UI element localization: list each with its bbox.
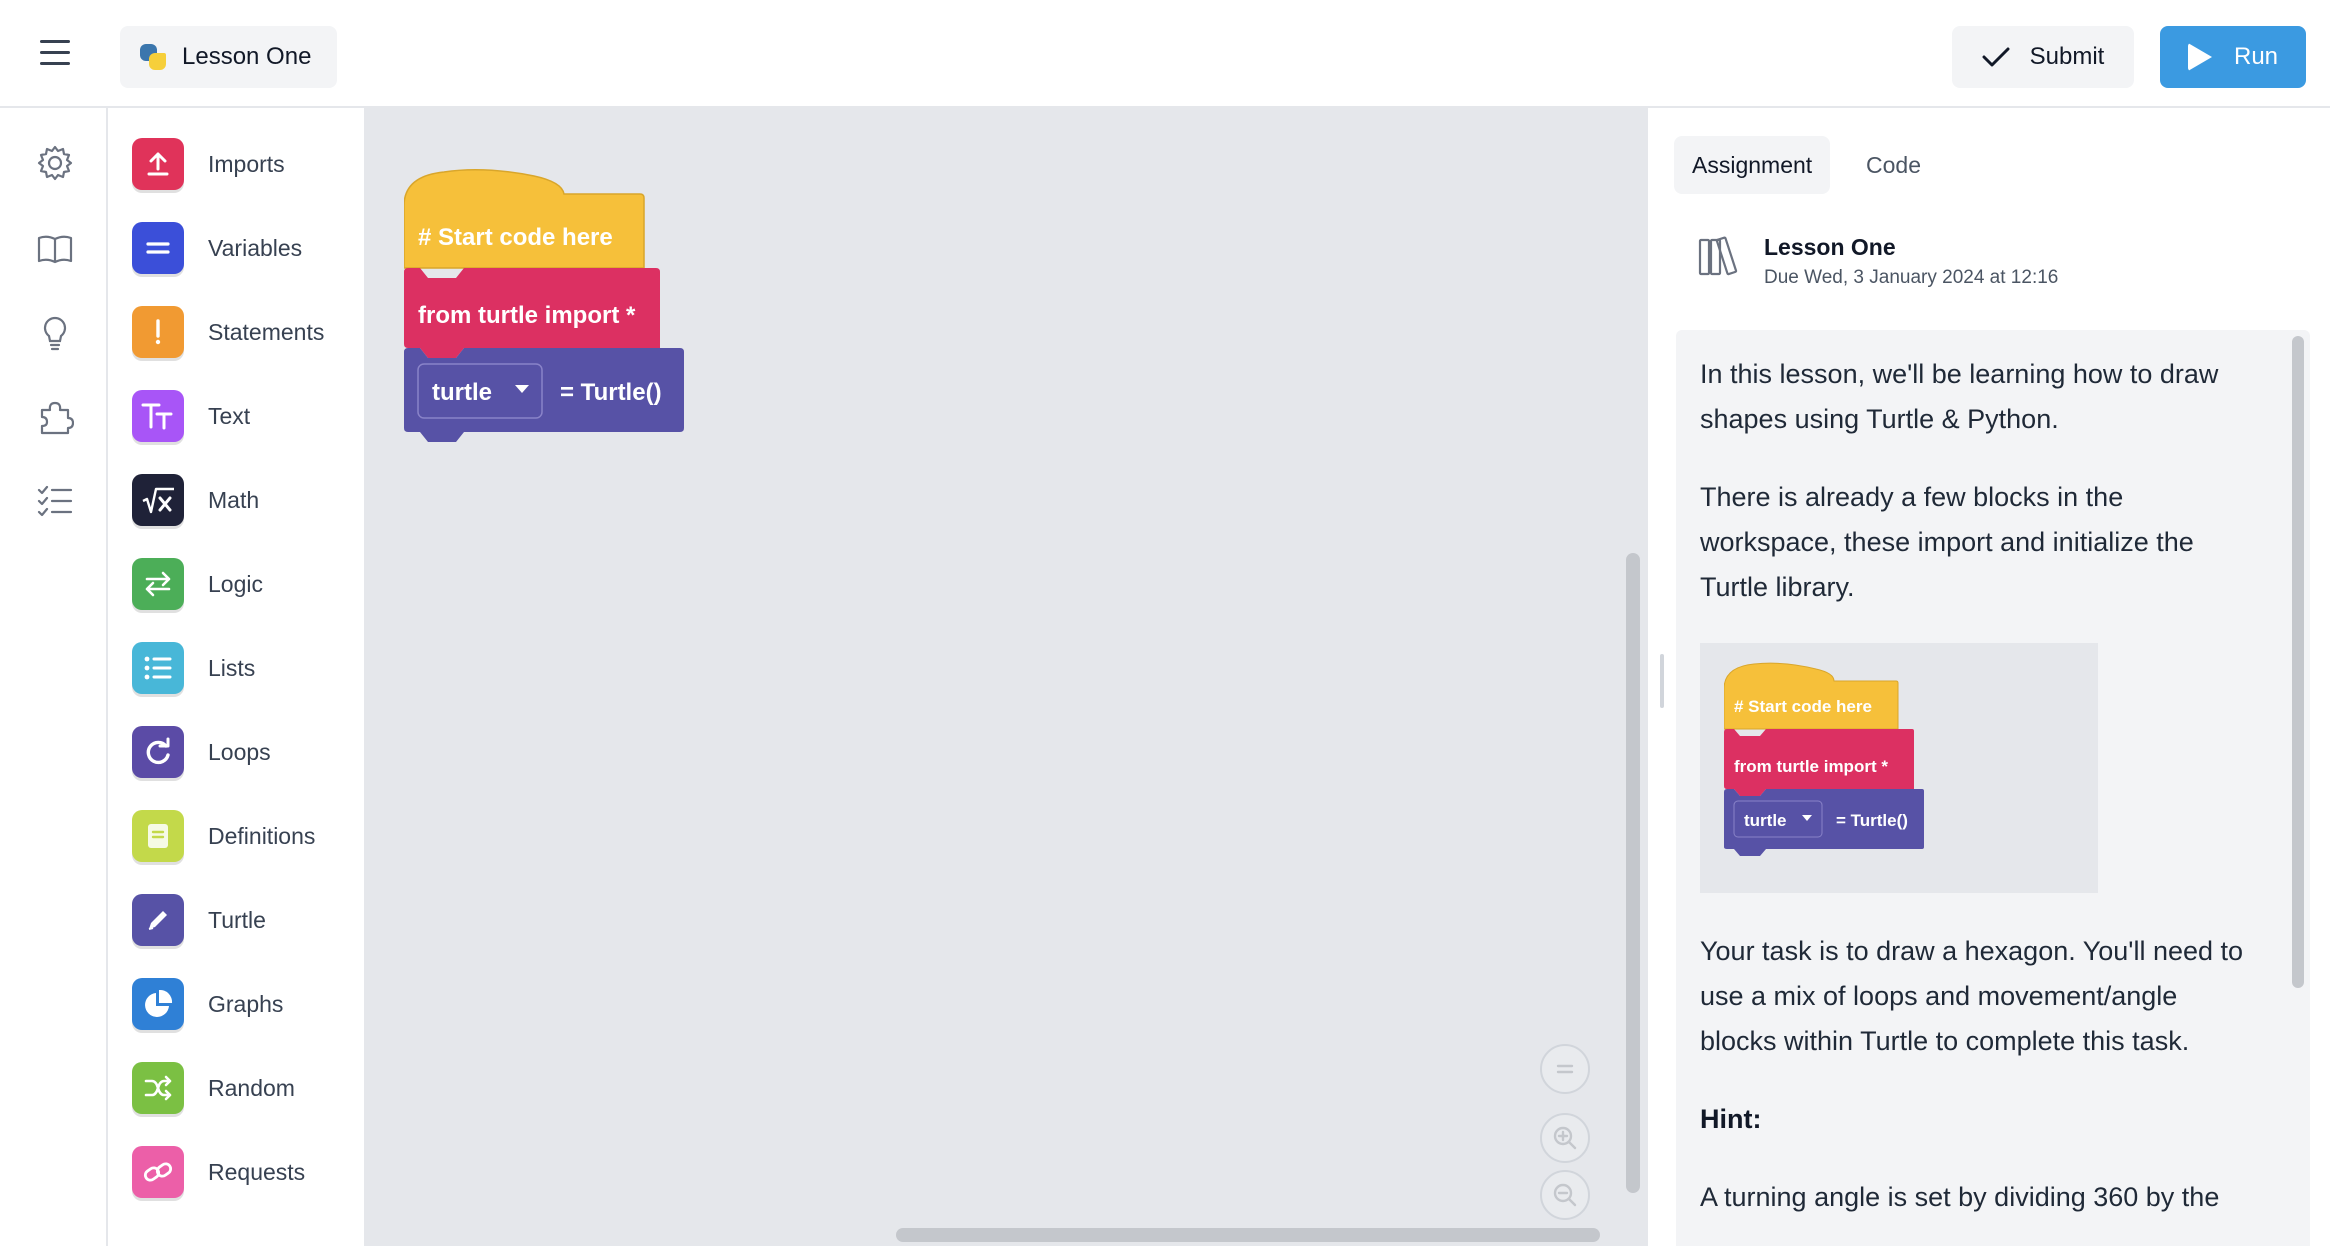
category-label: Turtle [208, 906, 266, 933]
category-logic[interactable]: Logic [132, 554, 263, 614]
paragraph: Your task is to draw a hexagon. You'll n… [1700, 936, 2244, 1056]
hamburger-menu-icon[interactable] [40, 40, 70, 66]
block-toolbox: Imports Variables Statements Text Math L… [108, 108, 364, 1246]
arrows-icon [132, 558, 184, 610]
category-statements[interactable]: Statements [132, 302, 324, 362]
link-icon [132, 1146, 184, 1198]
pie-icon [132, 978, 184, 1030]
category-math[interactable]: Math [132, 470, 259, 530]
zoom-out-icon [1553, 1183, 1577, 1207]
code-block-stack-image: # Start code here from turtle import * t… [1724, 662, 1924, 856]
gear-icon[interactable] [36, 144, 74, 182]
blocks-screenshot: # Start code here from turtle import * t… [1700, 643, 2098, 893]
category-definitions[interactable]: Definitions [132, 806, 315, 866]
category-text[interactable]: Text [132, 386, 250, 446]
paragraph: A turning angle is set by dividing 360 b… [1700, 1182, 2220, 1212]
category-label: Text [208, 402, 251, 429]
embed-import-text: from turtle import * [1734, 757, 1888, 776]
submit-button[interactable]: Submit [1952, 26, 2134, 88]
equals-icon [132, 222, 184, 274]
category-label: Lists [208, 654, 256, 681]
exclamation-icon [132, 306, 184, 358]
paragraph: In this lesson, we'll be learning how to… [1700, 359, 2219, 434]
run-label: Run [2233, 43, 2279, 70]
category-label: Statements [208, 318, 325, 345]
category-label: Definitions [208, 822, 316, 849]
sqrt-icon [132, 474, 184, 526]
python-icon [140, 44, 166, 70]
content-scrollbar[interactable] [2292, 336, 2304, 988]
puzzle-icon[interactable] [36, 398, 74, 436]
pencil-icon [132, 894, 184, 946]
category-label: Graphs [208, 990, 284, 1017]
embed-comment-text: # Start code here [1734, 697, 1872, 716]
paragraph: There is already a few blocks in the wor… [1700, 482, 2194, 602]
zoom-in-icon [1553, 1126, 1577, 1150]
book-icon[interactable] [36, 230, 74, 268]
top-bar: Lesson One Submit Run [0, 0, 2330, 108]
embed-variable-text: turtle [1744, 811, 1787, 830]
document-icon [132, 810, 184, 862]
category-graphs[interactable]: Graphs [132, 974, 283, 1034]
category-label: Variables [208, 234, 303, 261]
equals-icon [1556, 1064, 1574, 1074]
embed-assign-text: = Turtle() [1836, 811, 1908, 830]
category-label: Requests [208, 1158, 306, 1185]
block-workspace[interactable]: # Start code here from turtle import * t… [364, 108, 1646, 1246]
shuffle-icon [132, 1062, 184, 1114]
text-icon [132, 390, 184, 442]
category-imports[interactable]: Imports [132, 134, 285, 194]
category-lists[interactable]: Lists [132, 638, 255, 698]
tab-assignment[interactable]: Assignment [1674, 136, 1831, 194]
play-icon [2187, 43, 2212, 71]
variable-name-text: turtle [432, 379, 492, 406]
lightbulb-icon[interactable] [36, 314, 74, 352]
workspace-vertical-scrollbar[interactable] [1626, 553, 1640, 1193]
assignment-header: Lesson One Due Wed, 3 January 2024 at 12… [1698, 234, 2058, 289]
assignment-panel: Assignment Code Lesson One Due Wed, 3 Ja… [1646, 108, 2330, 1246]
left-rail [0, 108, 108, 1246]
category-turtle[interactable]: Turtle [132, 890, 266, 950]
loop-icon [132, 726, 184, 778]
category-requests[interactable]: Requests [132, 1142, 305, 1202]
zoom-out-button[interactable] [1540, 1170, 1590, 1220]
import-block-text: from turtle import * [418, 302, 636, 329]
check-icon [1982, 47, 2010, 67]
lesson-tab[interactable]: Lesson One [120, 26, 338, 88]
assignment-due-date: Due Wed, 3 January 2024 at 12:16 [1764, 267, 2059, 288]
category-random[interactable]: Random [132, 1058, 295, 1118]
category-variables[interactable]: Variables [132, 218, 302, 278]
category-label: Random [208, 1074, 295, 1101]
checklist-icon[interactable] [36, 482, 74, 520]
category-loops[interactable]: Loops [132, 722, 271, 782]
submit-label: Submit [2029, 43, 2105, 70]
reset-zoom-button[interactable] [1540, 1044, 1590, 1094]
panel-resize-handle[interactable] [1660, 654, 1664, 708]
category-label: Logic [208, 570, 263, 597]
tab-code[interactable]: Code [1848, 136, 1939, 194]
workspace-horizontal-scrollbar[interactable] [896, 1228, 1600, 1242]
run-button[interactable]: Run [2160, 26, 2306, 88]
comment-block[interactable] [404, 169, 645, 269]
code-block-stack[interactable]: # Start code here from turtle import * t… [404, 166, 744, 486]
category-label: Loops [208, 738, 271, 765]
zoom-in-button[interactable] [1540, 1113, 1590, 1163]
category-label: Math [208, 486, 260, 513]
assign-block-text: = Turtle() [560, 379, 662, 406]
upload-icon [132, 138, 184, 190]
lesson-tab-label: Lesson One [182, 43, 312, 70]
assignment-content: In this lesson, we'll be learning how to… [1676, 330, 2310, 1246]
books-icon [1698, 236, 1738, 276]
hint-label: Hint: [1700, 1104, 1762, 1134]
comment-block-text: # Start code here [418, 224, 613, 251]
list-icon [132, 642, 184, 694]
assignment-title: Lesson One [1764, 234, 1896, 260]
category-label: Imports [208, 150, 285, 177]
